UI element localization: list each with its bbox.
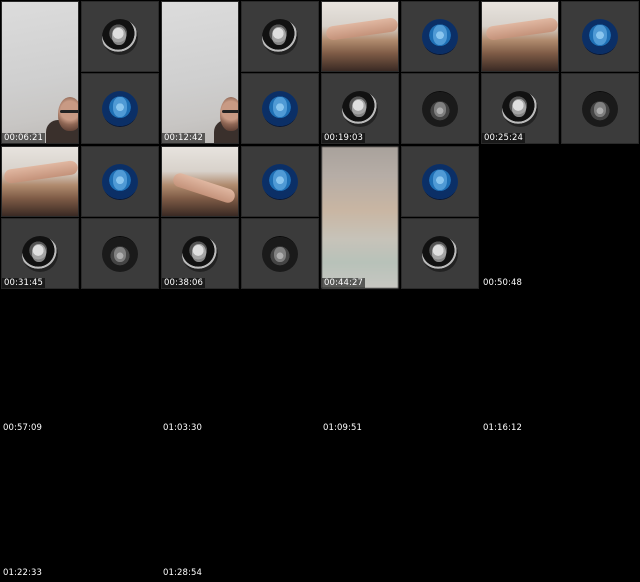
camera-feed-tile <box>161 1 239 144</box>
frame-thumbnail[interactable]: 00:44:27 <box>320 145 480 290</box>
frame-timestamp: 01:09:51 <box>323 423 362 433</box>
participant-avatar <box>262 18 298 55</box>
video-call-tile <box>561 73 639 144</box>
frame-timestamp: 00:50:48 <box>483 278 522 288</box>
frame-thumbnail[interactable]: 01:22:33 <box>0 435 160 580</box>
video-call-tile <box>241 73 319 144</box>
video-call-tile <box>241 146 319 217</box>
camera-feed-tile <box>1 146 79 217</box>
camera-feed-tile <box>321 1 399 72</box>
participant-avatar <box>422 90 458 127</box>
frame-timestamp: 00:19:03 <box>322 133 365 143</box>
frame-thumbnail[interactable]: 00:19:03 <box>320 0 480 145</box>
participant-avatar <box>582 18 618 55</box>
frame-thumbnail[interactable]: 00:57:09 <box>0 290 160 435</box>
frame-thumbnail[interactable]: 00:06:21 <box>0 0 160 145</box>
frame-thumbnail[interactable]: 01:28:54 <box>160 435 320 580</box>
participant-avatar <box>422 163 458 200</box>
frame-timestamp: 00:57:09 <box>3 423 42 433</box>
frame-thumbnail[interactable]: 01:16:12 <box>480 290 640 435</box>
video-call-tile <box>81 218 159 289</box>
frame-timestamp: 00:38:06 <box>162 278 205 288</box>
frame-timestamp: 00:25:24 <box>482 133 525 143</box>
video-call-tile <box>81 1 159 72</box>
participant-avatar <box>102 18 138 55</box>
frame-timestamp: 00:12:42 <box>162 133 205 143</box>
frame-thumbnail[interactable]: 01:09:51 <box>320 290 480 435</box>
participant-avatar <box>582 90 618 127</box>
video-call-tile <box>81 146 159 217</box>
frame-timestamp: 01:03:30 <box>163 423 202 433</box>
participant-avatar <box>262 90 298 127</box>
frame-timestamp: 00:44:27 <box>322 278 365 288</box>
frame-timestamp: 01:16:12 <box>483 423 522 433</box>
participant-avatar <box>182 235 218 272</box>
frame-thumbnail[interactable]: 00:38:06 <box>160 145 320 290</box>
participant-avatar <box>422 18 458 55</box>
frame-timestamp: 01:28:54 <box>163 568 202 578</box>
participant-avatar <box>102 90 138 127</box>
video-call-tile <box>401 73 479 144</box>
participant-avatar <box>102 235 138 272</box>
frame-thumbnail[interactable]: 01:03:30 <box>160 290 320 435</box>
frame-thumbnail[interactable]: 00:12:42 <box>160 0 320 145</box>
video-call-tile <box>401 1 479 72</box>
frame-thumbnail[interactable]: 00:25:24 <box>480 0 640 145</box>
participant-avatar <box>502 90 538 127</box>
camera-feed-tile <box>1 1 79 144</box>
video-call-tile <box>561 1 639 72</box>
video-call-tile <box>81 73 159 144</box>
frame-timestamp: 01:22:33 <box>3 568 42 578</box>
participant-avatar <box>22 235 58 272</box>
participant-avatar <box>342 90 378 127</box>
participant-avatar <box>422 235 458 272</box>
participant-avatar <box>262 163 298 200</box>
video-call-tile <box>241 1 319 72</box>
frame-timestamp: 00:31:45 <box>2 278 45 288</box>
camera-feed-tile <box>481 1 559 72</box>
camera-feed-tile <box>321 146 399 289</box>
video-call-tile <box>401 218 479 289</box>
frame-thumbnail[interactable]: 00:31:45 <box>0 145 160 290</box>
camera-feed-tile <box>161 146 239 217</box>
participant-avatar <box>102 163 138 200</box>
frame-thumbnail[interactable]: 00:50:48 <box>480 145 640 290</box>
video-call-tile <box>401 146 479 217</box>
video-call-tile <box>241 218 319 289</box>
participant-avatar <box>262 235 298 272</box>
frame-timestamp: 00:06:21 <box>2 133 45 143</box>
